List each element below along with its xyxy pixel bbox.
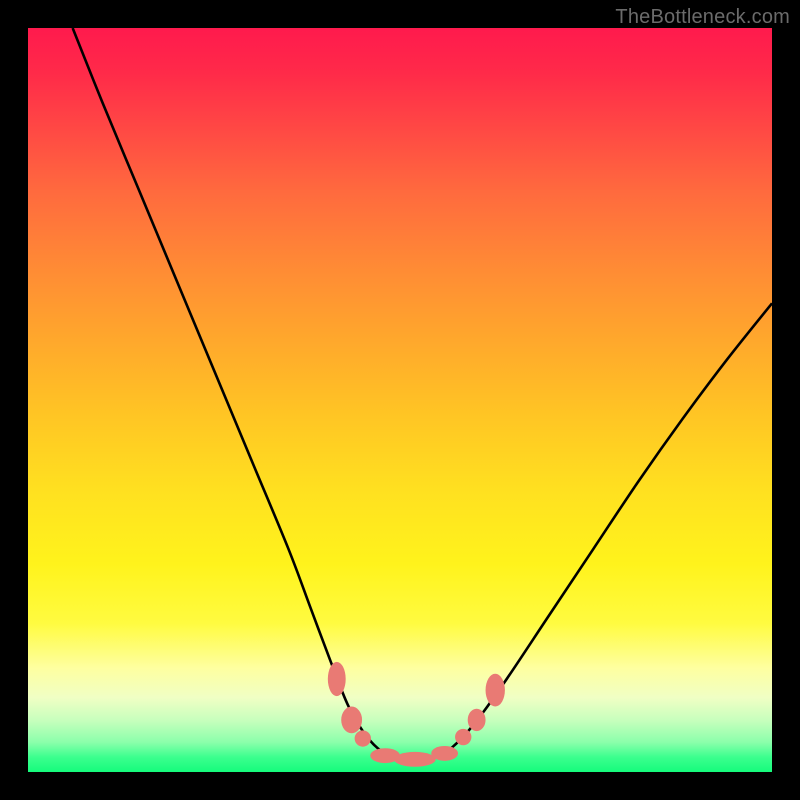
curve-marker	[468, 709, 486, 731]
curve-marker	[486, 674, 505, 707]
chart-frame: TheBottleneck.com	[0, 0, 800, 800]
curve-marker	[394, 752, 436, 767]
curve-marker	[341, 707, 362, 734]
curve-markers	[328, 662, 505, 767]
bottleneck-curve	[73, 28, 772, 760]
plot-area	[28, 28, 772, 772]
curve-marker	[328, 662, 346, 696]
curve-marker	[355, 730, 371, 746]
curve-marker	[455, 729, 471, 745]
watermark-text: TheBottleneck.com	[615, 6, 790, 29]
curve-marker	[431, 746, 458, 761]
curve-svg	[28, 28, 772, 772]
